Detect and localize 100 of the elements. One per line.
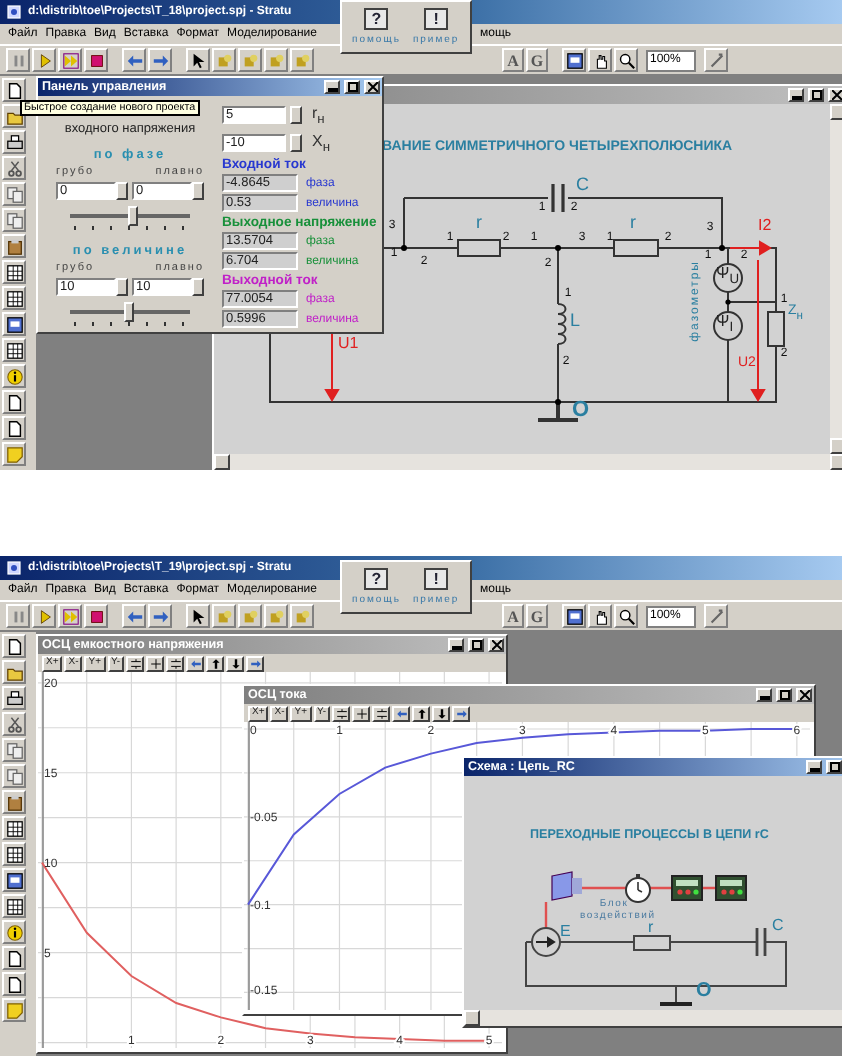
arrow-left-button[interactable] xyxy=(122,604,146,628)
vertical-scrollbar[interactable] xyxy=(830,104,842,454)
page-button[interactable] xyxy=(2,416,26,440)
letter-button[interactable]: A xyxy=(502,604,524,628)
note-button[interactable] xyxy=(2,998,26,1022)
figure-button[interactable] xyxy=(290,604,314,628)
grid-button[interactable] xyxy=(2,338,26,362)
maximize-button[interactable] xyxy=(826,760,842,774)
figure-button[interactable] xyxy=(238,604,262,628)
copy-button[interactable] xyxy=(2,208,26,232)
hand-button[interactable] xyxy=(588,604,612,628)
grid-button[interactable] xyxy=(2,894,26,918)
minimize-button[interactable] xyxy=(788,88,804,102)
folder-button[interactable] xyxy=(2,104,26,128)
page-button[interactable] xyxy=(2,634,26,658)
spin-button[interactable] xyxy=(192,278,204,296)
magnifier-button[interactable] xyxy=(614,604,638,628)
page-button[interactable] xyxy=(2,972,26,996)
help-button[interactable]: ? xyxy=(364,568,389,590)
clipboard-button[interactable] xyxy=(2,790,26,814)
fit-button[interactable] xyxy=(126,655,145,671)
figure-button[interactable] xyxy=(212,48,236,72)
help-button[interactable]: ! xyxy=(424,8,449,30)
info-button[interactable] xyxy=(2,920,26,944)
wand-button[interactable] xyxy=(704,48,728,72)
spin-button[interactable] xyxy=(116,278,128,296)
arrow-up-button[interactable] xyxy=(206,655,225,671)
wand-button[interactable] xyxy=(704,604,728,628)
pause-button[interactable] xyxy=(6,48,30,72)
slider-thumb[interactable] xyxy=(128,206,139,226)
arrow-down-button[interactable] xyxy=(226,655,245,671)
arrow-right-button[interactable] xyxy=(148,604,172,628)
page-button[interactable] xyxy=(2,390,26,414)
minimize-button[interactable] xyxy=(806,760,822,774)
grid-button[interactable] xyxy=(2,816,26,840)
letter-button[interactable]: G xyxy=(526,48,548,72)
figure-button[interactable] xyxy=(290,48,314,72)
crosshair-button[interactable] xyxy=(352,705,371,721)
close-button[interactable] xyxy=(828,88,842,102)
window-button[interactable] xyxy=(562,604,586,628)
fit-button[interactable] xyxy=(332,705,351,721)
arrow-left-button[interactable] xyxy=(122,48,146,72)
pause-button[interactable] xyxy=(6,604,30,628)
step-button[interactable] xyxy=(58,48,82,72)
play-button[interactable] xyxy=(32,48,56,72)
figure-button[interactable] xyxy=(264,604,288,628)
figure-button[interactable] xyxy=(238,48,262,72)
grid-button[interactable] xyxy=(2,842,26,866)
letter-button[interactable]: A xyxy=(502,48,524,72)
figure-button[interactable] xyxy=(264,48,288,72)
play-button[interactable] xyxy=(32,604,56,628)
window-button[interactable] xyxy=(562,48,586,72)
help-button[interactable]: ? xyxy=(364,8,389,30)
fit-button[interactable] xyxy=(372,705,391,721)
close-button[interactable] xyxy=(796,688,812,702)
arrow-left-button[interactable] xyxy=(186,655,205,671)
step-button[interactable] xyxy=(58,604,82,628)
copy-button[interactable] xyxy=(2,182,26,206)
copy-button[interactable] xyxy=(2,738,26,762)
clipboard-button[interactable] xyxy=(2,234,26,258)
horizontal-scrollbar[interactable] xyxy=(464,1010,842,1026)
figure-button[interactable] xyxy=(212,604,236,628)
arrow-right-button[interactable] xyxy=(246,655,265,671)
spin-button[interactable] xyxy=(192,182,204,200)
stop-button[interactable] xyxy=(84,604,108,628)
page-button[interactable] xyxy=(2,78,26,102)
maximize-button[interactable] xyxy=(344,80,360,94)
maximize-button[interactable] xyxy=(776,688,792,702)
printer-button[interactable] xyxy=(2,686,26,710)
info-button[interactable] xyxy=(2,364,26,388)
minimize-button[interactable] xyxy=(324,80,340,94)
horizontal-scrollbar[interactable] xyxy=(214,454,842,470)
printer-button[interactable] xyxy=(2,130,26,154)
close-button[interactable] xyxy=(488,638,504,652)
close-button[interactable] xyxy=(364,80,380,94)
minimize-button[interactable] xyxy=(756,688,772,702)
arrow-right-button[interactable] xyxy=(452,705,471,721)
fit-button[interactable] xyxy=(166,655,185,671)
spin-button[interactable] xyxy=(116,182,128,200)
help-button[interactable]: ! xyxy=(424,568,449,590)
scissors-button[interactable] xyxy=(2,712,26,736)
hand-button[interactable] xyxy=(588,48,612,72)
arrow-up-button[interactable] xyxy=(412,705,431,721)
maximize-button[interactable] xyxy=(468,638,484,652)
arrow-right-button[interactable] xyxy=(148,48,172,72)
arrow-left-button[interactable] xyxy=(392,705,411,721)
folder-button[interactable] xyxy=(2,660,26,684)
note-button[interactable] xyxy=(2,442,26,466)
window-button[interactable] xyxy=(2,312,26,336)
crosshair-button[interactable] xyxy=(146,655,165,671)
cursor-button[interactable] xyxy=(186,48,210,72)
magnifier-button[interactable] xyxy=(614,48,638,72)
arrow-down-button[interactable] xyxy=(432,705,451,721)
grid-button[interactable] xyxy=(2,260,26,284)
scissors-button[interactable] xyxy=(2,156,26,180)
page-button[interactable] xyxy=(2,946,26,970)
stop-button[interactable] xyxy=(84,48,108,72)
cursor-button[interactable] xyxy=(186,604,210,628)
letter-button[interactable]: G xyxy=(526,604,548,628)
copy-button[interactable] xyxy=(2,764,26,788)
